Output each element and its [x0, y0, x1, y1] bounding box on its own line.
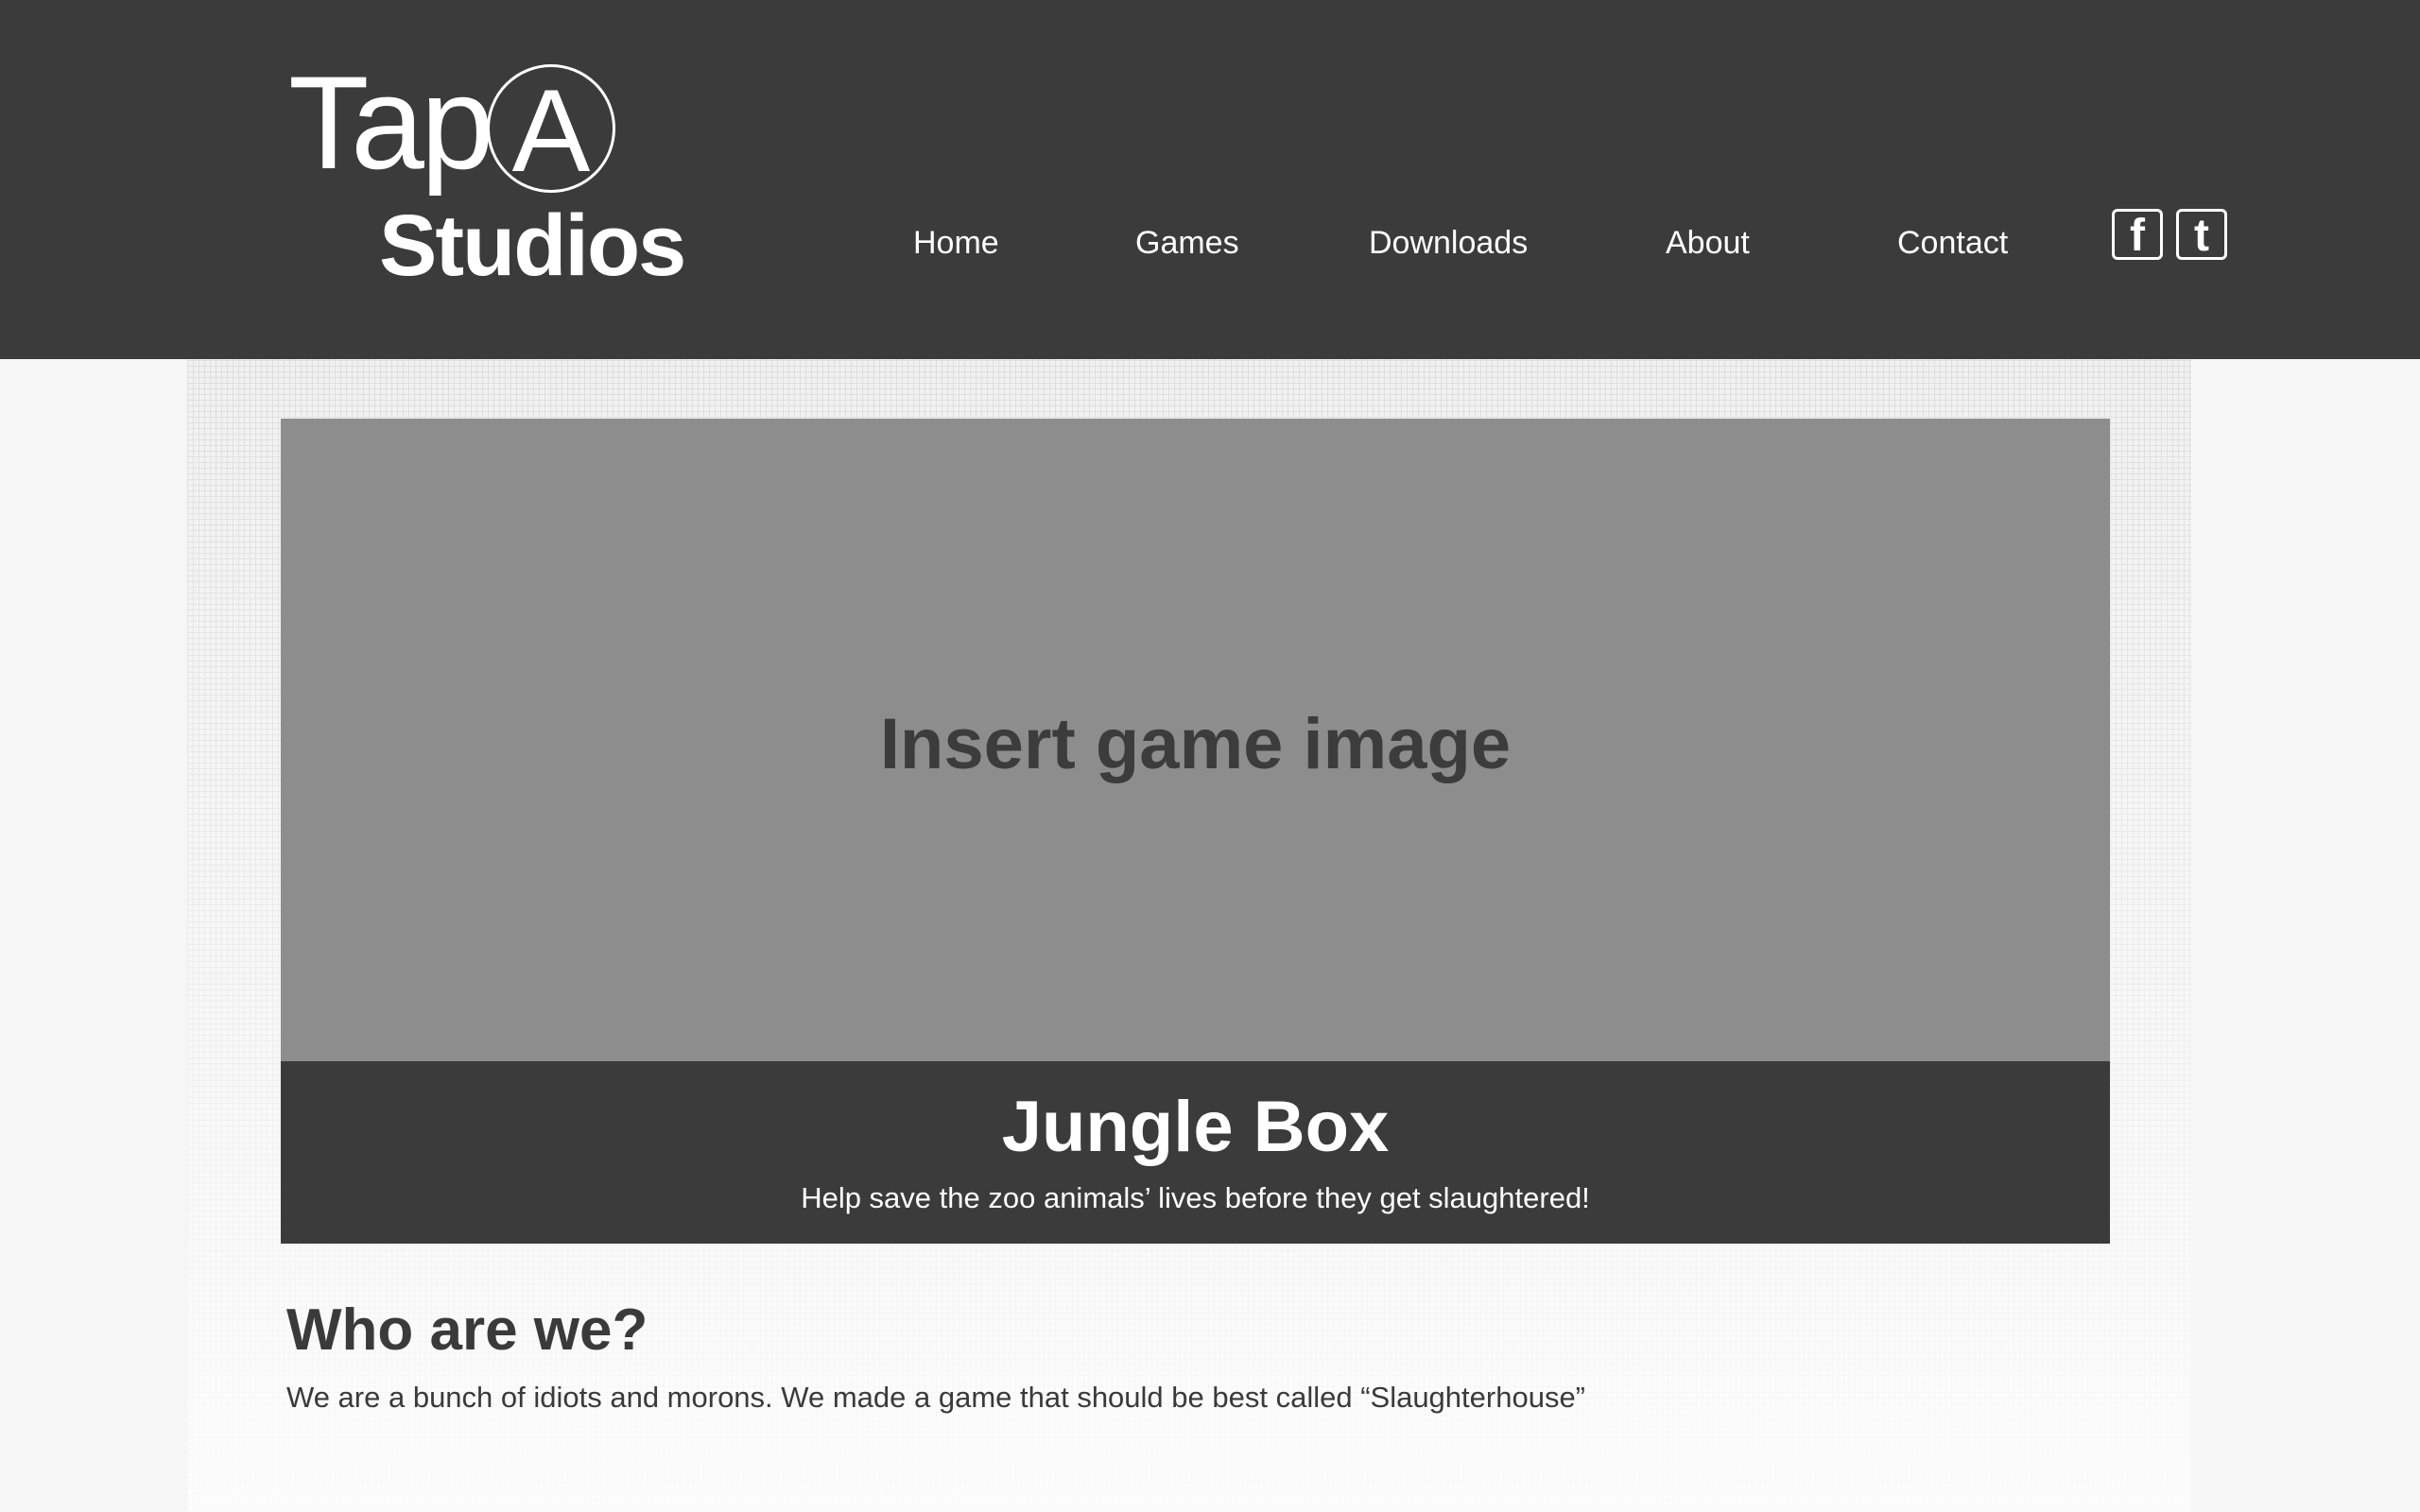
- game-caption: Jungle Box Help save the zoo animals’ li…: [281, 1061, 2110, 1244]
- logo-circle: A: [487, 64, 615, 197]
- main-nav: Home Games Downloads About Contact: [0, 219, 2420, 266]
- about-text: We are a bunch of idiots and morons. We …: [286, 1381, 1586, 1414]
- nav-home[interactable]: Home: [913, 219, 999, 266]
- game-title: Jungle Box: [1001, 1087, 1390, 1167]
- game-image-placeholder[interactable]: Insert game image: [281, 419, 2110, 1061]
- image-placeholder-text: Insert game image: [879, 704, 1512, 784]
- nav-downloads[interactable]: Downloads: [1369, 219, 1528, 266]
- logo-tap-text: Tap: [288, 48, 494, 197]
- featured-game-banner[interactable]: Insert game image Jungle Box Help save t…: [281, 419, 2110, 1244]
- about-heading: Who are we?: [286, 1297, 648, 1363]
- game-subtitle: Help save the zoo animals’ lives before …: [801, 1181, 1590, 1214]
- nav-contact[interactable]: Contact: [1897, 219, 2008, 266]
- facebook-icon[interactable]: f: [2112, 209, 2163, 261]
- nav-games[interactable]: Games: [1135, 219, 1239, 266]
- twitter-icon[interactable]: t: [2176, 209, 2227, 261]
- nav-about[interactable]: About: [1666, 219, 1750, 266]
- site-header: Tap A Studios Home Games Downloads About…: [0, 0, 2420, 359]
- logo-circled-letter: A: [511, 66, 591, 197]
